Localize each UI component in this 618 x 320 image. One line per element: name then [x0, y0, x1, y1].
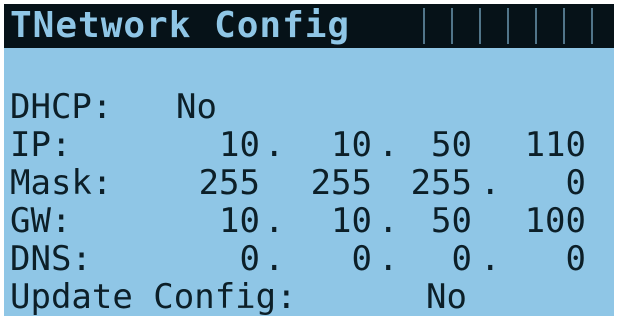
gateway-octet-3[interactable]: 50: [410, 202, 472, 240]
lcd-screen: TNetwork Config DHCP: No IP: 10 . 10 . 5…: [4, 4, 614, 316]
mask-dot-3: .: [480, 163, 501, 203]
dns-octet-4[interactable]: 0: [520, 240, 586, 278]
gateway-octet-4[interactable]: 100: [520, 202, 586, 240]
dhcp-label: DHCP:: [10, 87, 113, 127]
ip-row[interactable]: IP: 10 . 10 . 50 110: [10, 126, 608, 164]
ip-octet-3[interactable]: 50: [410, 126, 472, 164]
ip-octet-2[interactable]: 10: [310, 126, 372, 164]
screen-title: TNetwork Config: [10, 4, 355, 48]
gateway-label: GW:: [10, 201, 72, 241]
ip-dot-2: .: [378, 125, 399, 165]
dns-dot-3: .: [480, 239, 501, 279]
gateway-octet-1[interactable]: 10: [198, 202, 260, 240]
ip-dot-1: .: [264, 125, 285, 165]
dns-dot-2: .: [378, 239, 399, 279]
dhcp-value[interactable]: No: [176, 88, 217, 126]
gateway-dot-2: .: [378, 201, 399, 241]
mask-octet-1[interactable]: 255: [198, 164, 260, 202]
mask-row[interactable]: Mask: 255 255 255 . 0: [10, 164, 608, 202]
dhcp-row[interactable]: DHCP: No: [10, 88, 608, 126]
dns-label: DNS:: [10, 239, 92, 279]
title-bar: TNetwork Config: [4, 4, 614, 48]
gateway-octet-2[interactable]: 10: [310, 202, 372, 240]
dns-dot-1: .: [264, 239, 285, 279]
mask-label: Mask:: [10, 163, 113, 203]
dns-row[interactable]: DNS: 0 . 0 . 0 . 0: [10, 240, 608, 278]
mask-octet-3[interactable]: 255: [410, 164, 472, 202]
ip-label: IP:: [10, 125, 72, 165]
dns-octet-3[interactable]: 0: [410, 240, 472, 278]
dns-octet-2[interactable]: 0: [310, 240, 372, 278]
dns-octet-1[interactable]: 0: [198, 240, 260, 278]
mask-octet-4[interactable]: 0: [520, 164, 586, 202]
gateway-row[interactable]: GW: 10 . 10 . 50 100: [10, 202, 608, 240]
update-config-row[interactable]: Update Config: No: [10, 278, 608, 316]
ip-octet-1[interactable]: 10: [198, 126, 260, 164]
update-config-value[interactable]: No: [426, 278, 467, 316]
mask-octet-2[interactable]: 255: [310, 164, 372, 202]
gateway-dot-1: .: [264, 201, 285, 241]
ip-octet-4[interactable]: 110: [520, 126, 586, 164]
update-config-label: Update Config:: [10, 277, 297, 316]
